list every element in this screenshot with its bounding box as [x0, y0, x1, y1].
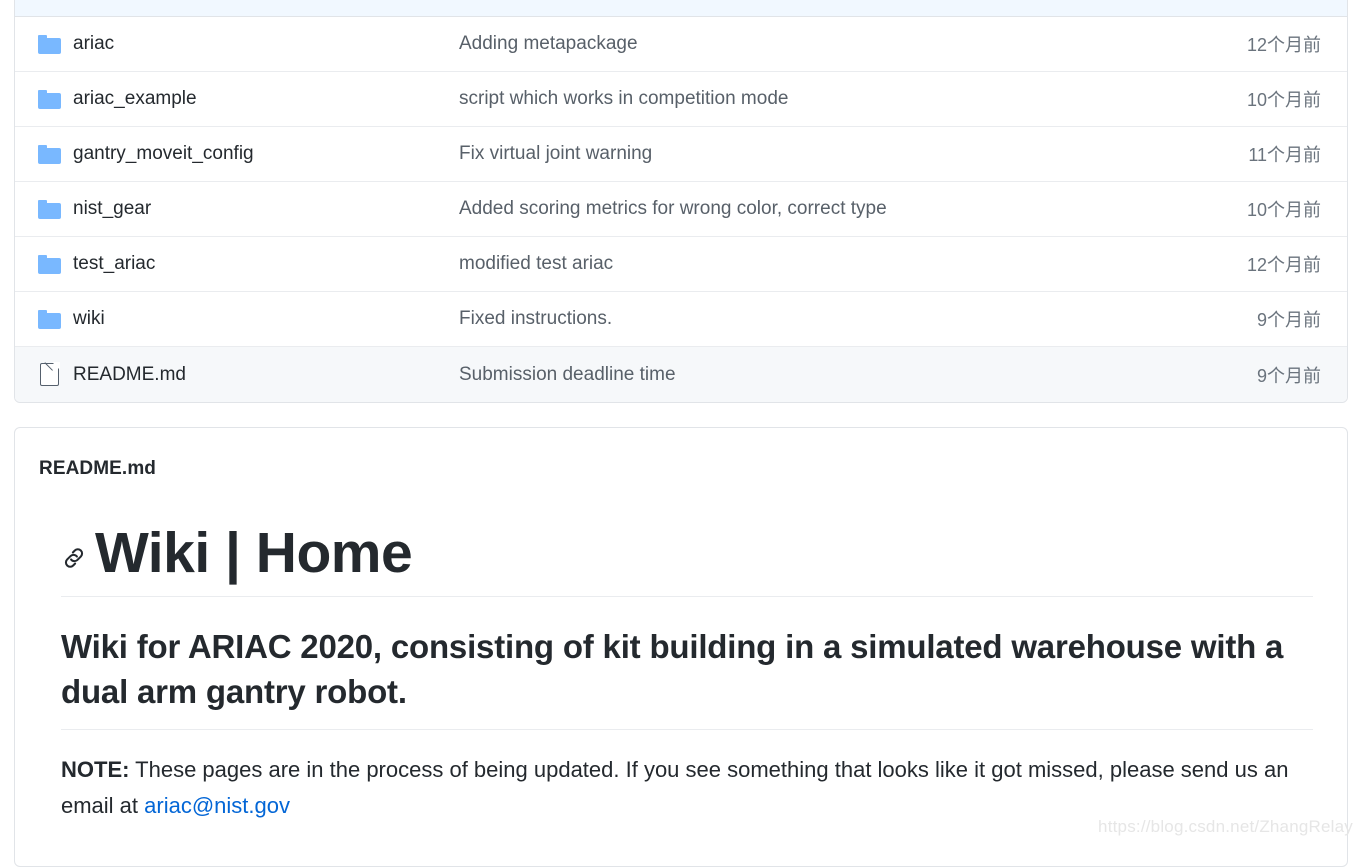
commit-time: 10个月前: [1246, 90, 1321, 110]
commit-message[interactable]: script which works in competition mode: [459, 88, 1117, 110]
commit-time: 9个月前: [1256, 310, 1321, 330]
commit-message[interactable]: modified test ariac: [459, 253, 1117, 275]
folder-icon: [15, 199, 73, 219]
file-name[interactable]: ariac_example: [73, 88, 459, 110]
commit-time: 9个月前: [1256, 365, 1321, 386]
file-row[interactable]: ariac_example script which works in compe…: [15, 72, 1347, 127]
readme-heading1: Wiki | Home: [95, 521, 413, 585]
readme-card-header: README.md: [15, 428, 1347, 480]
folder-icon: [15, 34, 73, 54]
file-name[interactable]: ariac: [73, 33, 459, 55]
readme-heading2: Wiki for ARIAC 2020, consisting of kit b…: [61, 624, 1313, 730]
file-icon: [15, 355, 73, 386]
commit-time: 12个月前: [1246, 35, 1321, 55]
file-row[interactable]: README.md Submission deadline time 9个月前: [15, 347, 1347, 402]
readme-file-title: README.md: [39, 458, 157, 479]
repository-page: ariac Adding metapackage 12个月前 ariac_exampl…: [0, 0, 1371, 867]
file-listing-card: ariac Adding metapackage 12个月前 ariac_exampl…: [14, 0, 1348, 403]
commit-message[interactable]: Fix virtual joint warning: [459, 143, 1117, 165]
file-row[interactable]: ariac Adding metapackage 12个月前: [15, 17, 1347, 72]
file-listing-header: [15, 0, 1347, 17]
commit-message[interactable]: Added scoring metrics for wrong color, c…: [459, 198, 1117, 220]
readme-heading1-row: Wiki | Home: [61, 521, 1313, 597]
readme-note-paragraph: NOTE: These pages are in the process of …: [61, 752, 1313, 823]
readme-card: README.md Wiki | Home Wiki for ARIAC 202…: [14, 427, 1348, 867]
commit-message[interactable]: Adding metapackage: [459, 33, 1117, 55]
file-name[interactable]: nist_gear: [73, 198, 459, 220]
readme-body: Wiki | Home Wiki for ARIAC 2020, consist…: [15, 521, 1347, 823]
folder-icon: [15, 144, 73, 164]
folder-icon: [15, 254, 73, 274]
contact-email-link[interactable]: ariac@nist.gov: [144, 793, 290, 818]
commit-time: 10个月前: [1246, 200, 1321, 220]
file-row[interactable]: nist_gear Added scoring metrics for wrong…: [15, 182, 1347, 237]
file-row[interactable]: test_ariac modified test ariac 12个月前: [15, 237, 1347, 292]
commit-time: 11个月前: [1248, 145, 1321, 165]
folder-icon: [15, 309, 73, 329]
file-row[interactable]: wiki Fixed instructions. 9个月前: [15, 292, 1347, 347]
link-icon[interactable]: [61, 545, 87, 571]
commit-time: 12个月前: [1246, 255, 1321, 275]
file-listing-rows: ariac Adding metapackage 12个月前 ariac_exampl…: [15, 17, 1347, 402]
commit-message[interactable]: Fixed instructions.: [459, 308, 1117, 330]
file-name[interactable]: test_ariac: [73, 253, 459, 275]
commit-message[interactable]: Submission deadline time: [459, 364, 1117, 386]
file-name[interactable]: wiki: [73, 308, 459, 330]
file-name[interactable]: gantry_moveit_config: [73, 143, 459, 165]
folder-icon: [15, 89, 73, 109]
file-name[interactable]: README.md: [73, 364, 459, 386]
file-row[interactable]: gantry_moveit_config Fix virtual joint wa…: [15, 127, 1347, 182]
note-label: NOTE:: [61, 756, 130, 782]
